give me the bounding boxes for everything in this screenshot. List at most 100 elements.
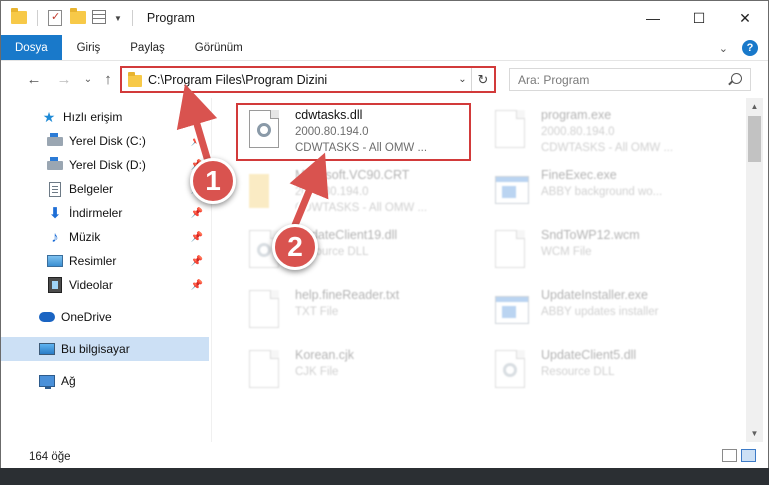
file-type: Resource DLL	[541, 366, 615, 378]
file-item-updateinstaller-exe[interactable]: UpdateInstaller.exe ABBY updates install…	[483, 284, 733, 342]
refresh-button[interactable]: ↻	[472, 72, 494, 88]
documents-icon	[47, 181, 63, 197]
file-item-korean-cjk[interactable]: Korean.cjk CJK File	[237, 344, 487, 402]
file-name: SndToWP12.wcm	[541, 228, 640, 242]
file-item-fineexec-exe[interactable]: FineExec.exe ABBY background wo...	[483, 164, 733, 222]
sidebar-item-downloads[interactable]: ⬇ İndirmeler 📌	[1, 201, 209, 225]
divider	[131, 10, 133, 26]
sidebar-item-videos[interactable]: Videolar 📌	[1, 273, 209, 297]
view-options-icon[interactable]	[92, 10, 108, 26]
file-description: ABBY background wo...	[541, 186, 663, 198]
sidebar-item-this-pc[interactable]: Bu bilgisayar	[1, 337, 209, 361]
tiles-view-icon[interactable]	[741, 449, 756, 462]
pictures-icon	[47, 253, 63, 269]
forward-button[interactable]: →	[53, 68, 75, 90]
star-icon: ★	[42, 108, 56, 125]
drive-icon	[47, 132, 63, 149]
music-icon: ♪	[51, 228, 59, 246]
file-item-updateclient5-dll[interactable]: UpdateClient5.dll Resource DLL	[483, 344, 733, 402]
address-row: ← → ⌄ ↑ C:\Program Files\Program Dizini …	[1, 62, 768, 96]
generic-file-icon	[495, 230, 529, 272]
up-button[interactable]: ↑	[97, 68, 119, 90]
expand-ribbon-icon[interactable]: ⌄	[719, 42, 728, 55]
details-view-icon[interactable]	[722, 449, 737, 462]
folder-icon[interactable]	[11, 8, 27, 26]
dll-file-icon	[495, 350, 529, 392]
back-button[interactable]: ←	[23, 68, 45, 90]
address-path[interactable]: C:\Program Files\Program Dizini	[148, 73, 454, 87]
close-button[interactable]: ✕	[722, 1, 768, 35]
file-item-sndtowp12-wcm[interactable]: SndToWP12.wcm WCM File	[483, 224, 733, 282]
ribbon-tabs: Dosya Giriş Paylaş Görünüm ⌄ ?	[1, 35, 768, 61]
folder-icon	[249, 170, 283, 212]
sidebar-item-label: Bu bilgisayar	[61, 342, 130, 356]
ribbon-right-controls: ⌄ ?	[719, 35, 758, 61]
address-dropdown-icon[interactable]: ⌄	[454, 68, 472, 91]
tab-home[interactable]: Giriş	[62, 35, 116, 60]
tab-view[interactable]: Görünüm	[180, 35, 258, 60]
sidebar-item-label: OneDrive	[61, 310, 112, 324]
item-count: 164 öğe	[29, 451, 71, 463]
sidebar-item-label: Ağ	[61, 374, 76, 388]
sidebar-item-network[interactable]: Ağ	[1, 369, 209, 393]
sidebar-item-local-disk-c[interactable]: Yerel Disk (C:) 📌	[1, 129, 209, 153]
pin-icon: 📌	[190, 231, 203, 243]
sidebar-item-documents[interactable]: Belgeler 📌	[1, 177, 209, 201]
sidebar-item-music[interactable]: ♪ Müzik 📌	[1, 225, 209, 249]
new-folder-icon[interactable]	[70, 8, 86, 26]
vertical-scrollbar[interactable]: ▲ ▼	[746, 98, 763, 442]
this-pc-icon	[39, 341, 55, 357]
address-bar[interactable]: C:\Program Files\Program Dizini ⌄ ↻	[120, 66, 496, 93]
sidebar-item-label: Videolar	[69, 278, 113, 292]
tab-share[interactable]: Paylaş	[115, 35, 180, 60]
scroll-thumb[interactable]	[748, 116, 761, 162]
status-bar: 164 öğe	[1, 445, 768, 469]
search-input[interactable]: Ara: Program	[509, 68, 751, 91]
search-placeholder: Ara: Program	[518, 72, 590, 87]
sidebar-item-label: İndirmeler	[69, 206, 123, 220]
scroll-down-icon[interactable]: ▼	[746, 425, 763, 442]
file-item-microsoft-vc90-crt[interactable]: Microsoft.VC90.CRT 2000.80.194.0 CDWTASK…	[237, 164, 487, 222]
file-description: CDWTASKS - All OMW ...	[295, 202, 428, 214]
sidebar-item-onedrive[interactable]: OneDrive	[1, 305, 209, 329]
recent-locations-button[interactable]: ⌄	[77, 68, 99, 90]
file-item-program-exe[interactable]: program.exe 2000.80.194.0 CDWTASKS - All…	[483, 104, 733, 162]
divider	[37, 10, 38, 26]
help-icon[interactable]: ?	[742, 40, 758, 56]
network-icon	[39, 373, 55, 389]
file-name: help.fineReader.txt	[295, 288, 400, 302]
scroll-up-icon[interactable]: ▲	[746, 98, 763, 115]
qat-dropdown-icon[interactable]: ▼	[114, 14, 122, 23]
file-name: Korean.cjk	[295, 348, 355, 362]
pin-icon: 📌	[190, 255, 203, 267]
maximize-button[interactable]: ☐	[676, 1, 722, 35]
taskbar-edge	[0, 468, 769, 485]
file-item-help-txt[interactable]: help.fineReader.txt TXT File	[237, 284, 487, 342]
search-icon	[731, 73, 742, 84]
tab-file[interactable]: Dosya	[1, 35, 62, 60]
title-bar: ▼ Program — ☐ ✕	[1, 1, 768, 35]
file-description: CDWTASKS - All OMW ...	[541, 142, 674, 154]
step-badge-2: 2	[272, 224, 318, 270]
highlight-box-dll	[236, 103, 471, 161]
file-name: UpdateClient5.dll	[541, 348, 637, 362]
view-toggle	[722, 449, 756, 462]
downloads-icon: ⬇	[48, 205, 62, 222]
sidebar-item-local-disk-d[interactable]: Yerel Disk (D:) 📌	[1, 153, 209, 177]
file-type: WCM File	[541, 246, 592, 258]
onedrive-icon	[39, 309, 55, 325]
pin-icon: 📌	[190, 207, 203, 219]
sidebar-item-label: Hızlı erişim	[63, 110, 123, 124]
pin-icon: 📌	[190, 135, 203, 147]
videos-icon	[47, 277, 63, 293]
exe-file-icon	[495, 290, 529, 332]
properties-icon[interactable]	[48, 10, 64, 26]
file-version: 2000.80.194.0	[541, 126, 615, 138]
sidebar-item-quick-access[interactable]: ★ Hızlı erişim	[1, 105, 209, 129]
file-type: CJK File	[295, 366, 339, 378]
file-name: Microsoft.VC90.CRT	[295, 168, 410, 182]
file-type: TXT File	[295, 306, 339, 318]
sidebar-item-pictures[interactable]: Resimler 📌	[1, 249, 209, 273]
minimize-button[interactable]: —	[630, 1, 676, 35]
window-title: Program	[146, 11, 195, 25]
